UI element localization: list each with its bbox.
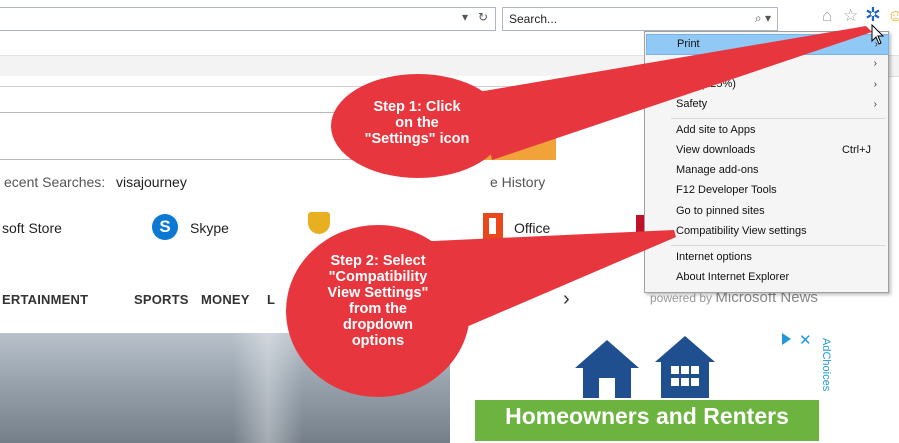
callout-pointer-step1 — [478, 26, 872, 160]
callout-text-step1: Step 1: Click on the "Settings" icon — [364, 99, 470, 147]
callout-overlay — [286, 26, 872, 397]
mouse-cursor-icon — [871, 24, 885, 45]
callout-text-step2: Step 2: Select "Compatibility View Setti… — [327, 253, 429, 349]
